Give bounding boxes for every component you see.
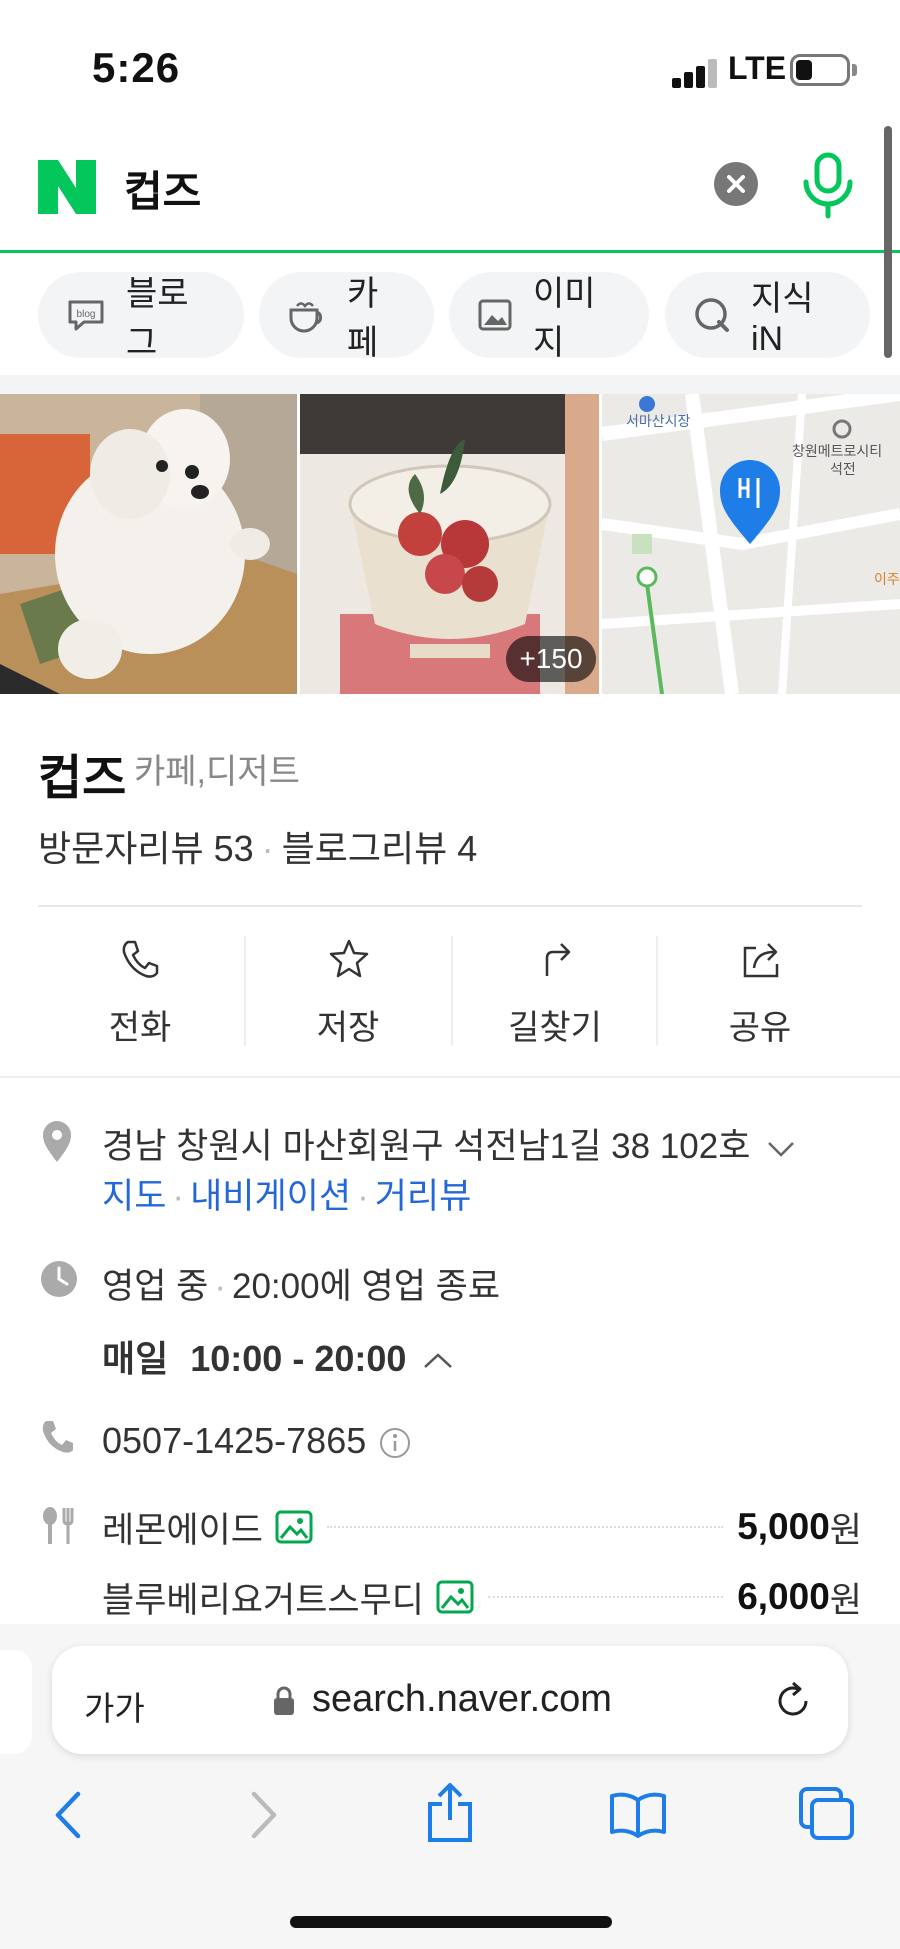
tab-kin[interactable]: 지식iN: [665, 272, 870, 358]
tab-kin-label: 지식iN: [751, 280, 814, 358]
menu-item[interactable]: 블루베리요거트스무디 6,000 원: [102, 1572, 862, 1622]
menu-item-price: 5,000: [737, 1506, 830, 1547]
phone-small-icon: [42, 1421, 73, 1453]
save-label: 저장: [316, 1009, 380, 1047]
image-icon: [478, 299, 512, 331]
directions-label: 길찾기: [508, 1009, 602, 1047]
search-underline: [0, 250, 900, 253]
price-leader: [488, 1596, 724, 1598]
star-icon: [329, 939, 369, 978]
map-label-seokjeon: 석전: [830, 461, 856, 477]
back-icon[interactable]: [52, 1790, 86, 1840]
map-label-metrocity: 창원메트로시티: [792, 443, 882, 459]
call-label: 전화: [108, 1009, 172, 1047]
closing-time: 20:00에 영업 종료: [231, 1267, 501, 1306]
menu-item-name: 레몬에이드: [102, 1510, 264, 1550]
business-hours-status: 영업 중 · 20:00에 영업 종료: [102, 1267, 501, 1306]
tab-cafe-label: 카페: [347, 275, 379, 362]
fork-knife-icon: [43, 1507, 74, 1544]
menu-item-price: 6,000: [737, 1576, 830, 1617]
map-label-market: 서마산시장: [626, 413, 691, 429]
visitor-reviews-link[interactable]: 방문자리뷰 53: [38, 828, 254, 869]
open-status: 영업 중: [102, 1267, 209, 1306]
clock-icon: [41, 1261, 77, 1297]
divider: [0, 1076, 900, 1078]
menu-item-currency: 원: [829, 1510, 862, 1550]
share-label: 공유: [728, 1009, 792, 1047]
directions-icon: [545, 943, 571, 976]
location-pin-icon: [43, 1121, 71, 1162]
clear-search-button[interactable]: [714, 162, 758, 206]
bookmarks-icon[interactable]: [608, 1790, 668, 1838]
dog-photo-image: [0, 394, 297, 694]
save-button[interactable]: 저장: [246, 930, 450, 1050]
photo-dog[interactable]: [0, 394, 297, 694]
chevron-up-icon[interactable]: [422, 1352, 454, 1370]
menu-item[interactable]: 레몬에이드 5,000 원: [102, 1502, 862, 1552]
tab-blog[interactable]: blog 블로그: [38, 272, 244, 362]
cafe-cup-icon: [289, 302, 323, 333]
url-text[interactable]: search.naver.com: [312, 1678, 612, 1721]
directions-button[interactable]: 길찾기: [453, 930, 657, 1050]
battery-icon: [790, 54, 850, 86]
divider: [38, 905, 862, 907]
map-label-edge: 이주: [874, 571, 900, 587]
microphone-icon[interactable]: [800, 152, 856, 220]
photo-count-badge[interactable]: +150: [506, 636, 596, 682]
reload-icon[interactable]: [772, 1680, 814, 1722]
tab-image[interactable]: 이미지: [449, 272, 649, 362]
map-link[interactable]: 지도: [102, 1177, 166, 1216]
share-icon: [743, 943, 779, 978]
tab-image-label: 이미지: [533, 275, 596, 362]
photo-icon: [436, 1580, 474, 1614]
share-button[interactable]: 공유: [658, 930, 862, 1050]
place-name[interactable]: 컵즈: [38, 738, 126, 808]
navigation-link[interactable]: 내비게이션: [190, 1177, 351, 1216]
menu-item-name: 블루베리요거트스무디: [102, 1580, 425, 1620]
share-sheet-icon[interactable]: [424, 1782, 476, 1844]
signal-icon: [672, 58, 718, 88]
photo-icon: [275, 1510, 313, 1544]
lock-icon: [274, 1686, 294, 1715]
daily-hours[interactable]: 매일 10:00 - 20:00: [102, 1330, 454, 1382]
status-time: 5:26: [92, 44, 181, 91]
scrollbar[interactable]: [884, 126, 892, 358]
map-image: 서마산시장 창원메트로시티 석전 이주: [602, 394, 900, 694]
daily-label: 매일: [102, 1338, 169, 1379]
map-thumbnail[interactable]: 서마산시장 창원메트로시티 석전 이주: [602, 394, 900, 694]
blog-reviews-link[interactable]: 블로그리뷰 4: [282, 828, 478, 869]
info-icon[interactable]: [378, 1426, 412, 1460]
tabs-icon[interactable]: [798, 1786, 856, 1842]
search-query[interactable]: 컵즈: [124, 158, 201, 219]
place-category: 카페,디저트: [134, 753, 300, 791]
chevron-down-icon[interactable]: [766, 1140, 796, 1158]
section-divider: [0, 375, 900, 394]
network-label: LTE: [728, 50, 787, 86]
previous-tab-edge[interactable]: [0, 1650, 32, 1754]
home-indicator[interactable]: [290, 1916, 612, 1928]
svg-text:blog: blog: [77, 309, 96, 320]
menu-item-currency: 원: [829, 1580, 862, 1620]
review-counts: 방문자리뷰 53 · 블로그리뷰 4: [38, 828, 478, 869]
tab-blog-label: 블로그: [126, 275, 189, 362]
forward-icon[interactable]: [246, 1790, 280, 1840]
address-text[interactable]: 경남 창원시 마산회원구 석전남1길 38 102호: [102, 1118, 796, 1169]
streetview-link[interactable]: 거리뷰: [375, 1177, 472, 1216]
naver-logo-icon[interactable]: [38, 160, 96, 214]
daily-hours-value: 10:00 - 20:00: [190, 1338, 407, 1379]
battery-tip: [852, 64, 857, 76]
kin-icon: [695, 298, 729, 332]
text-size-button[interactable]: 가가: [84, 1682, 145, 1730]
blog-icon: blog: [68, 300, 104, 331]
phone-icon: [122, 940, 159, 978]
tab-cafe[interactable]: 카페: [259, 272, 434, 362]
price-leader: [327, 1526, 724, 1528]
call-button[interactable]: 전화: [38, 930, 242, 1050]
address-value: 경남 창원시 마산회원구 석전남1길 38 102호: [102, 1127, 751, 1166]
close-icon: [727, 175, 745, 193]
phone-number[interactable]: 0507-1425-7865: [102, 1420, 412, 1462]
address-links: 지도 · 내비게이션 · 거리뷰: [102, 1177, 472, 1216]
phone-value: 0507-1425-7865: [102, 1420, 367, 1461]
